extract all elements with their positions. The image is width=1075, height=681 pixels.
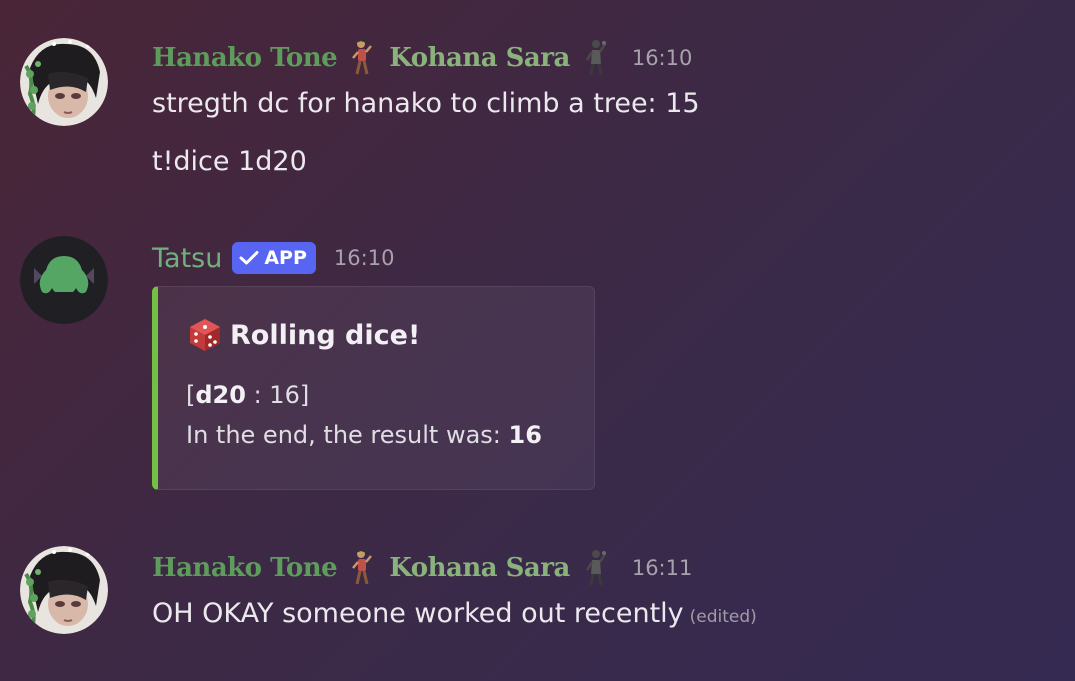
author-name-primary[interactable]: Hanako Tone	[152, 553, 338, 583]
embed-title: Rolling dice!	[188, 317, 420, 353]
message-text: OH OKAY someone worked out recently (edit…	[152, 598, 757, 629]
embed-title-text: Rolling dice!	[230, 319, 421, 351]
dice-embed: Rolling dice! [d20 : 16] In the end, the…	[152, 286, 595, 490]
roll-die: d20	[195, 381, 246, 409]
dancing-figure-icon	[582, 38, 610, 78]
message-header: Hanako Tone Kohana Sara 16:11	[152, 548, 692, 588]
message-timestamp[interactable]: 16:10	[334, 246, 395, 270]
author-name-secondary[interactable]: Kohana Sara	[389, 553, 570, 583]
app-badge: APP	[232, 242, 316, 274]
author-name-primary[interactable]: Hanako Tone	[152, 43, 338, 73]
message-text-content: OH OKAY someone worked out recently	[152, 598, 684, 629]
avatar-tatsu[interactable]	[20, 236, 108, 324]
result-line: In the end, the result was: 16	[186, 421, 542, 449]
author-name-secondary[interactable]: Kohana Sara	[389, 43, 570, 73]
avatar-hanako[interactable]	[20, 546, 108, 634]
message-header: Hanako Tone Kohana Sara 16:10	[152, 38, 692, 78]
dancing-figure-icon	[582, 548, 610, 588]
roll-bracket: [	[186, 381, 196, 409]
message-header: Tatsu APP 16:10	[152, 238, 394, 278]
message-timestamp[interactable]: 16:11	[632, 556, 693, 580]
author-name-bot[interactable]: Tatsu	[152, 243, 222, 274]
dancing-figure-icon	[349, 38, 377, 78]
result-label: In the end, the result was:	[186, 421, 509, 449]
dancing-figure-icon	[349, 548, 377, 588]
avatar-hanako[interactable]	[20, 38, 108, 126]
message-text: stregth dc for hanako to climb a tree: 1…	[152, 88, 700, 119]
message-text: t!dice 1d20	[152, 146, 307, 177]
edited-label[interactable]: (edited)	[690, 607, 757, 627]
result-value: 16	[508, 421, 542, 449]
checkmark-icon	[239, 251, 259, 265]
app-badge-label: APP	[264, 247, 307, 269]
dice-icon	[190, 319, 220, 351]
roll-line: [d20 : 16]	[186, 381, 309, 409]
message-timestamp[interactable]: 16:10	[632, 46, 693, 70]
roll-value: : 16]	[245, 381, 310, 409]
